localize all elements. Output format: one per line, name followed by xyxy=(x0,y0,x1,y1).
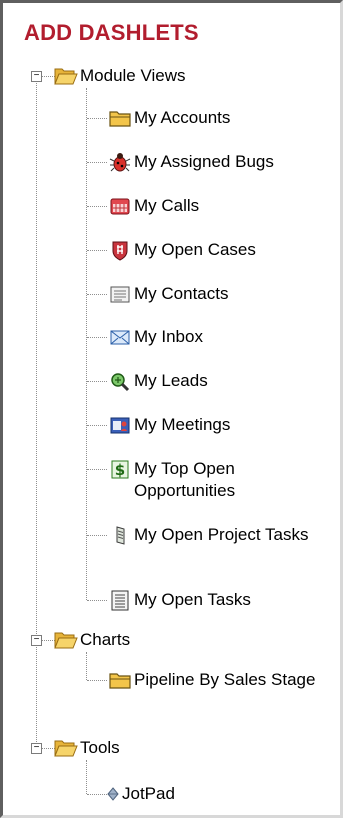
dashlet-item-my-open-tasks[interactable]: My Open Tasks xyxy=(108,589,251,611)
tree-connector xyxy=(87,118,107,119)
dashlet-label: My Open Tasks xyxy=(134,590,251,609)
tree-branch-line-tools xyxy=(86,760,87,794)
tree-connector xyxy=(87,794,107,795)
tree-connector xyxy=(87,206,107,207)
dashlet-item-my-open-project-tasks[interactable]: My Open Project Tasks xyxy=(108,524,324,546)
tree-connector xyxy=(87,162,107,163)
tree-connector xyxy=(41,76,55,77)
tree-group-tools[interactable]: Tools xyxy=(54,737,120,759)
dashlet-item-my-leads[interactable]: My Leads xyxy=(108,370,208,392)
tree-group-label: Charts xyxy=(80,630,131,649)
contacts-card-icon xyxy=(108,283,132,305)
tree-connector xyxy=(87,337,107,338)
folder-closed-icon xyxy=(108,107,132,129)
folder-open-icon xyxy=(54,737,78,759)
tree-connector xyxy=(41,640,55,641)
dashlet-item-my-calls[interactable]: My Calls xyxy=(108,195,199,217)
folder-open-icon xyxy=(54,65,78,87)
dashlet-item-my-open-cases[interactable]: My Open Cases xyxy=(108,239,256,261)
tasks-list-icon xyxy=(108,589,132,611)
jotpad-diamond-icon xyxy=(106,783,120,805)
tree-group-module-views[interactable]: Module Views xyxy=(54,65,186,87)
tree-connector xyxy=(87,294,107,295)
calendar-icon xyxy=(108,195,132,217)
project-tasks-icon xyxy=(108,524,132,546)
tree-branch-line-charts xyxy=(86,652,87,680)
dashlet-item-my-top-open-opportunities[interactable]: $ My Top Open Opportunities xyxy=(108,458,324,502)
dashlet-item-jotpad[interactable]: JotPad xyxy=(106,783,175,805)
dashlet-label: My Inbox xyxy=(134,327,203,346)
tree-group-label: Tools xyxy=(80,738,120,757)
dashlet-label: My Open Cases xyxy=(134,240,256,259)
dashlet-item-my-accounts[interactable]: My Accounts xyxy=(108,107,230,129)
dollar-icon: $ xyxy=(108,458,132,480)
tree-connector xyxy=(87,535,107,536)
tree-group-charts[interactable]: Charts xyxy=(54,629,130,651)
tree-connector xyxy=(87,381,107,382)
collapse-toggle-charts[interactable]: − xyxy=(31,635,42,646)
tree-connector xyxy=(87,680,107,681)
tree-connector xyxy=(87,469,107,470)
tree-connector xyxy=(87,600,107,601)
tree-group-label: Module Views xyxy=(80,66,186,85)
dashlet-label: My Accounts xyxy=(134,108,231,127)
meetings-icon xyxy=(108,414,132,436)
tree-branch-line-module-views xyxy=(86,88,87,600)
dashlet-label: My Contacts xyxy=(134,284,229,303)
bug-icon xyxy=(108,151,132,173)
dashlet-item-my-contacts[interactable]: My Contacts xyxy=(108,283,228,305)
dashlet-item-my-assigned-bugs[interactable]: My Assigned Bugs xyxy=(108,151,274,173)
dashlet-item-my-meetings[interactable]: My Meetings xyxy=(108,414,230,436)
tree-connector xyxy=(41,748,55,749)
dashlet-label: JotPad xyxy=(122,784,175,803)
dashlet-label: My Top Open Opportunities xyxy=(134,459,236,500)
folder-open-icon xyxy=(54,629,78,651)
envelope-icon xyxy=(108,326,132,348)
dashlet-label: My Meetings xyxy=(134,415,231,434)
dashlet-item-my-inbox[interactable]: My Inbox xyxy=(108,326,203,348)
case-shield-icon xyxy=(108,239,132,261)
leads-icon xyxy=(108,370,132,392)
dashlet-label: My Leads xyxy=(134,371,208,390)
tree-connector xyxy=(87,250,107,251)
dashlet-label: My Calls xyxy=(134,196,200,215)
collapse-toggle-module-views[interactable]: − xyxy=(31,71,42,82)
dashlet-label: Pipeline By Sales Stage xyxy=(134,670,316,689)
tree-connector xyxy=(87,425,107,426)
dashlet-label: My Assigned Bugs xyxy=(134,152,274,171)
folder-closed-icon xyxy=(108,669,132,691)
dashlet-item-pipeline-by-sales-stage[interactable]: Pipeline By Sales Stage xyxy=(108,669,324,691)
dashlet-label: My Open Project Tasks xyxy=(134,525,309,544)
panel-title: ADD DASHLETS xyxy=(24,20,199,45)
collapse-toggle-tools[interactable]: − xyxy=(31,743,42,754)
svg-text:$: $ xyxy=(115,461,125,479)
